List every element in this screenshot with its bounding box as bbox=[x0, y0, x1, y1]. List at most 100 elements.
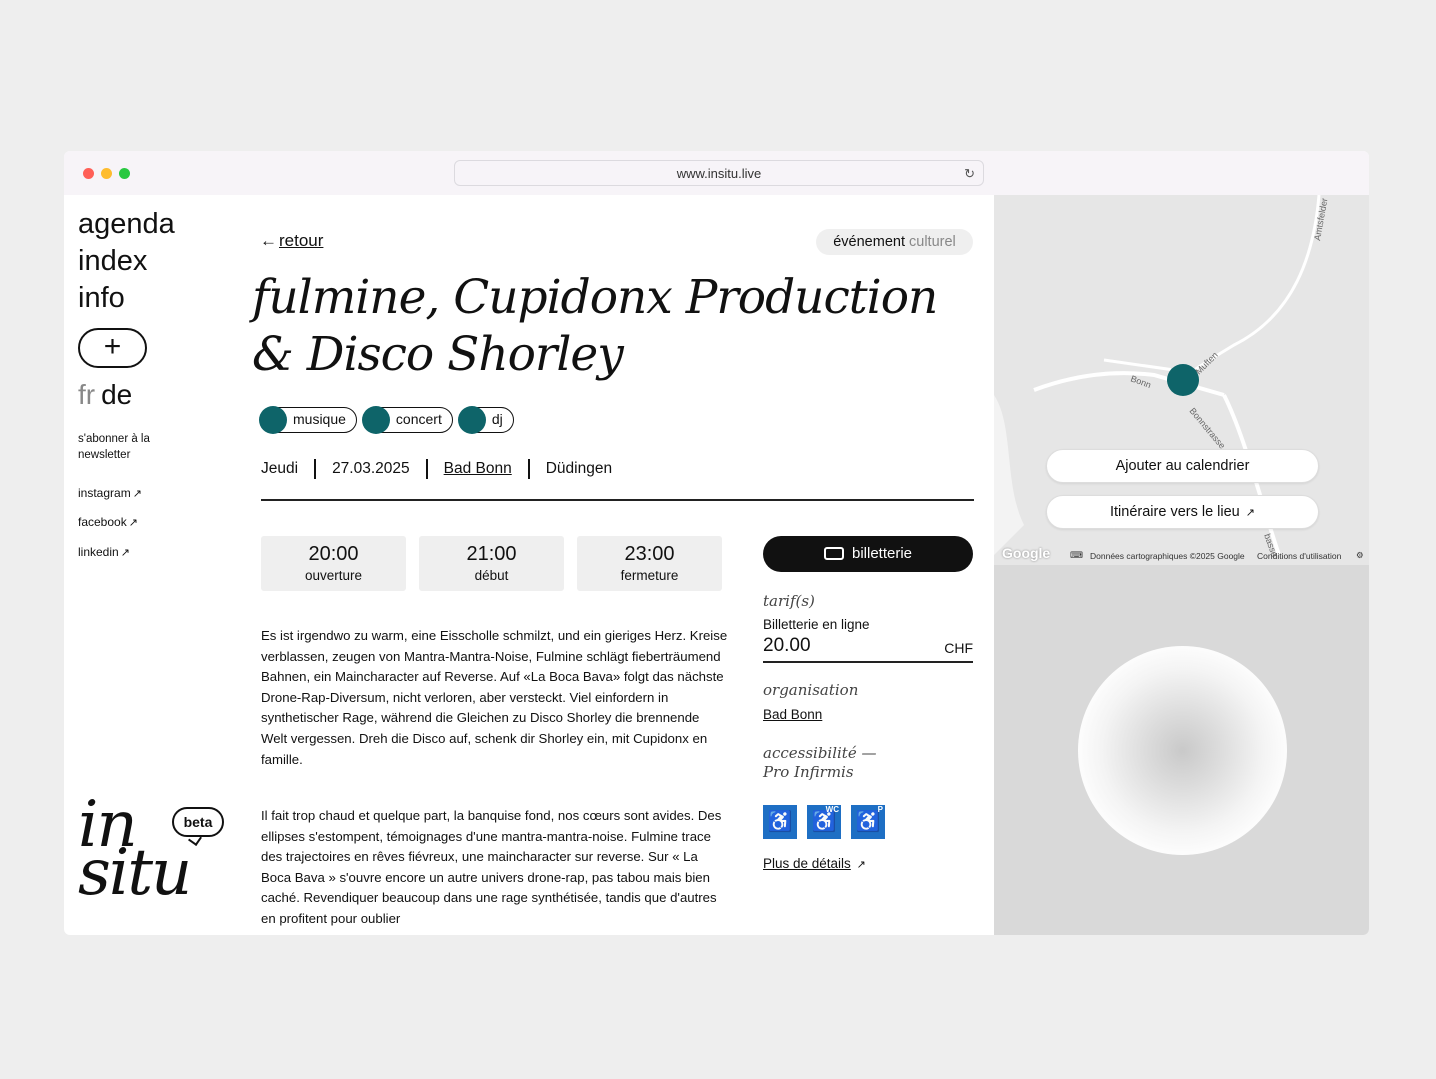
ticketing-label: billetterie bbox=[851, 545, 913, 562]
tag-concert[interactable]: concert bbox=[361, 406, 453, 434]
tag-label: dj bbox=[491, 411, 503, 427]
back-link[interactable]: ← retour bbox=[260, 231, 323, 251]
language-switch: fr de bbox=[78, 379, 132, 411]
linkedin-label: linkedin bbox=[78, 545, 119, 559]
reload-icon[interactable]: ↻ bbox=[964, 161, 975, 187]
ticketing-button[interactable]: billetterie bbox=[763, 536, 973, 572]
time-value: 20:00 bbox=[308, 543, 359, 565]
browser-titlebar: www.insitu.live ↻ bbox=[64, 151, 1369, 195]
tag-dot-icon bbox=[259, 406, 287, 434]
minimize-window-button[interactable] bbox=[101, 168, 112, 179]
lang-de[interactable]: de bbox=[101, 379, 132, 410]
time-opening: 20:00 ouverture bbox=[261, 536, 406, 591]
event-meta: Jeudi 27.03.2025 Bad Bonn Düdingen bbox=[261, 459, 612, 479]
event-tags: musique concert dj bbox=[259, 406, 514, 434]
nav-info[interactable]: info bbox=[78, 280, 175, 317]
event-city: Düdingen bbox=[545, 460, 613, 477]
nav-agenda[interactable]: agenda bbox=[78, 206, 175, 243]
event-type-badge: événement culturel bbox=[816, 229, 973, 255]
event-date: 27.03.2025 bbox=[332, 460, 410, 477]
organisation-link[interactable]: Bad Bonn bbox=[763, 707, 822, 722]
divider bbox=[425, 459, 428, 479]
divider bbox=[314, 459, 317, 479]
time-value: 23:00 bbox=[624, 543, 675, 565]
tag-label: musique bbox=[293, 411, 346, 427]
gradient-orb bbox=[1078, 646, 1287, 855]
instagram-label: instagram bbox=[78, 486, 131, 500]
facebook-link[interactable]: facebook ↗ bbox=[78, 515, 138, 529]
divider bbox=[527, 459, 530, 479]
accessibility-icons: ♿ ♿ WC ♿ P bbox=[763, 805, 885, 839]
description-de: Es ist irgendwo zu warm, eine Eisscholle… bbox=[261, 628, 728, 767]
wheelchair-parking-icon: ♿ P bbox=[851, 805, 885, 839]
parking-badge: P bbox=[877, 805, 883, 814]
add-event-button[interactable]: + bbox=[78, 328, 147, 368]
arrow-left-icon: ← bbox=[260, 231, 277, 250]
map-data-credit: Données cartographiques ©2025 Google bbox=[1090, 551, 1245, 561]
tag-dj[interactable]: dj bbox=[457, 406, 514, 434]
add-to-calendar-button[interactable]: Ajouter au calendrier bbox=[1046, 449, 1319, 483]
linkedin-link[interactable]: linkedin ↗ bbox=[78, 545, 130, 559]
gear-icon[interactable]: ⚙ bbox=[1356, 550, 1364, 561]
event-type-sub: culturel bbox=[909, 234, 956, 250]
divider bbox=[261, 499, 974, 501]
event-title: fulmine, Cupidonx Production & Disco Sho… bbox=[252, 270, 938, 382]
tag-musique[interactable]: musique bbox=[259, 406, 357, 434]
external-link-icon: ↗ bbox=[128, 517, 138, 529]
tag-dot-icon bbox=[361, 406, 390, 434]
instagram-link[interactable]: instagram ↗ bbox=[78, 486, 142, 500]
more-details-label: Plus de détails bbox=[763, 856, 851, 871]
price-row: 20.00 CHF bbox=[763, 635, 973, 663]
accessibility-heading: accessibilité — bbox=[763, 744, 877, 762]
wc-badge: WC bbox=[825, 805, 839, 814]
venue-link[interactable]: Bad Bonn bbox=[444, 460, 512, 478]
more-details-link[interactable]: Plus de détails ↗ bbox=[763, 856, 866, 871]
description-fr: Il fait trop chaud et quelque part, la b… bbox=[261, 808, 722, 926]
price-label: Billetterie en ligne bbox=[763, 617, 870, 632]
event-day: Jeudi bbox=[261, 460, 299, 477]
ticket-icon bbox=[823, 547, 844, 560]
wheelchair-icon: ♿ bbox=[763, 805, 797, 839]
price-value: 20.00 bbox=[763, 635, 811, 656]
street-bonnstrasse: Bonnstrasse bbox=[1187, 406, 1227, 451]
accessibility-org: Pro Infirmis bbox=[763, 763, 854, 781]
directions-label: Itinéraire vers le lieu bbox=[1110, 504, 1240, 520]
newsletter-link[interactable]: s'abonner à la newsletter bbox=[78, 431, 168, 463]
plus-icon: + bbox=[103, 330, 122, 363]
external-link-icon: ↗ bbox=[1245, 507, 1255, 519]
beta-badge: beta bbox=[172, 807, 224, 837]
time-start: 21:00 début bbox=[419, 536, 564, 591]
event-type-main: événement bbox=[833, 234, 905, 250]
map-terms-link[interactable]: Conditions d'utilisation bbox=[1257, 551, 1341, 561]
back-label: retour bbox=[279, 231, 324, 250]
nav-index[interactable]: index bbox=[78, 243, 175, 280]
keyboard-icon[interactable]: ⌨ bbox=[1070, 550, 1083, 561]
browser-window: www.insitu.live ↻ agenda index info + fr… bbox=[64, 151, 1369, 935]
price-currency: CHF bbox=[944, 640, 973, 656]
lang-fr[interactable]: fr bbox=[78, 379, 95, 410]
url-text: www.insitu.live bbox=[676, 166, 762, 181]
external-link-icon: ↗ bbox=[856, 859, 866, 871]
google-logo: Google bbox=[1002, 545, 1051, 561]
wheelchair-wc-icon: ♿ WC bbox=[807, 805, 841, 839]
map[interactable]: Bonn Bonnstrasse Muften Amtsfelder basse… bbox=[994, 195, 1369, 565]
time-label: ouverture bbox=[304, 568, 363, 583]
logo-line-2: situ bbox=[78, 836, 192, 910]
sidebar-nav: agenda index info bbox=[78, 206, 175, 317]
time-label: début bbox=[474, 568, 509, 583]
organisation-heading: organisation bbox=[763, 681, 859, 699]
address-bar[interactable]: www.insitu.live ↻ bbox=[454, 160, 984, 186]
tag-label: concert bbox=[395, 411, 442, 427]
venue-map-pin[interactable] bbox=[1167, 364, 1199, 396]
time-value: 21:00 bbox=[466, 543, 517, 565]
external-link-icon: ↗ bbox=[132, 488, 142, 500]
close-window-button[interactable] bbox=[83, 168, 94, 179]
maximize-window-button[interactable] bbox=[119, 168, 130, 179]
street-amtsfelder: Amtsfelder bbox=[1312, 197, 1329, 241]
external-link-icon: ↗ bbox=[120, 547, 130, 559]
directions-button[interactable]: Itinéraire vers le lieu ↗ bbox=[1046, 495, 1319, 529]
time-label: fermeture bbox=[620, 568, 679, 583]
decorative-panel bbox=[994, 565, 1369, 935]
time-closing: 23:00 fermeture bbox=[577, 536, 722, 591]
tarif-heading: tarif(s) bbox=[763, 592, 815, 610]
